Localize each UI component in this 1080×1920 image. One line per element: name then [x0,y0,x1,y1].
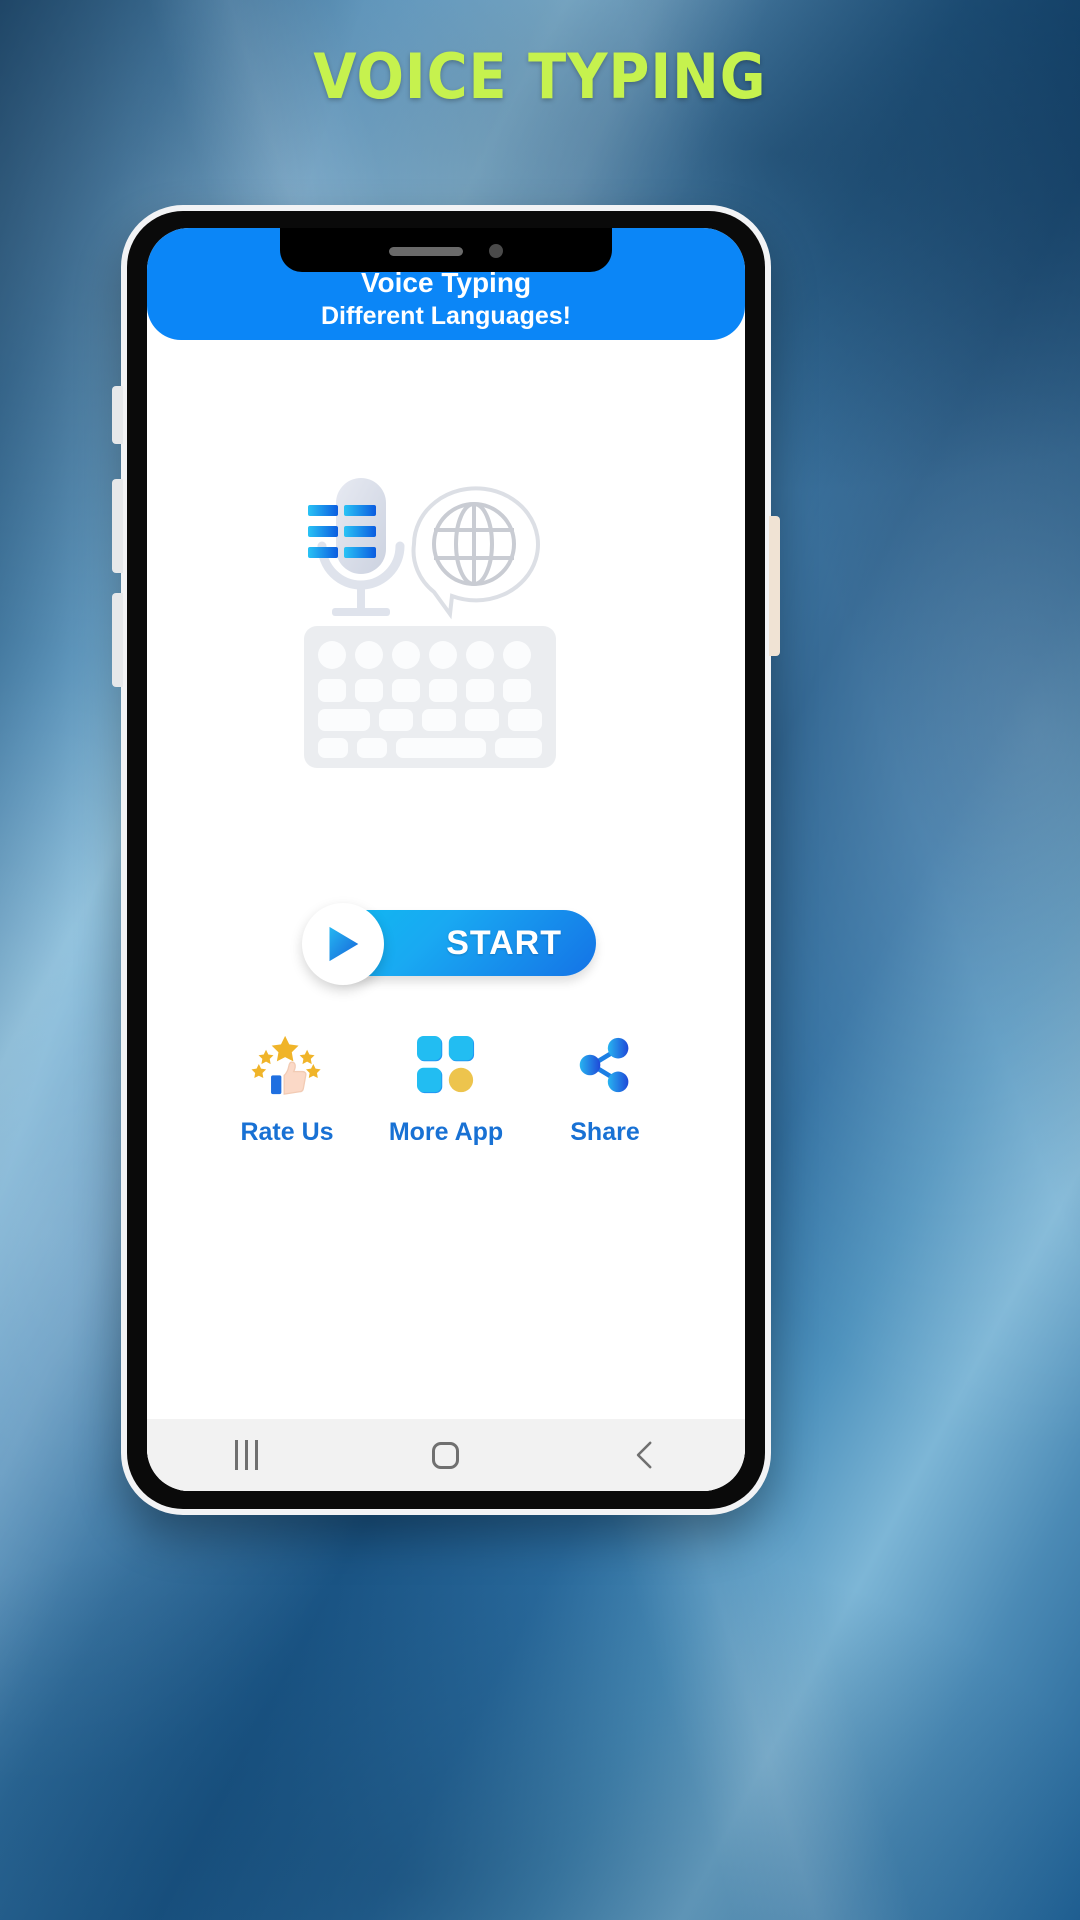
microphone-icon [302,472,420,632]
home-icon [432,1441,460,1469]
phone-button-silent[interactable] [112,386,123,444]
phone-frame: Voice Typing Different Languages! START … [112,211,780,1509]
hero-illustration [296,468,596,768]
play-icon[interactable] [302,903,384,985]
android-navigation-bar [147,1419,745,1491]
earpiece-speaker-icon [389,246,463,256]
keyboard-icon [304,626,556,768]
back-chevron-icon [637,1441,652,1469]
phone-screen: Voice Typing Different Languages! START … [147,228,745,1491]
phone-button-volume-up[interactable] [112,479,123,573]
app-content: START Rate Us More App Share [147,340,745,1491]
phone-mockup: Voice Typing Different Languages! START … [112,205,780,1515]
share-button[interactable]: Share [530,1032,680,1147]
rate-us-label: Rate Us [240,1118,334,1146]
more-app-button[interactable]: More App [371,1032,521,1147]
phone-button-volume-down[interactable] [112,593,123,687]
nav-recents-button[interactable] [187,1419,307,1491]
phone-notch [280,228,612,272]
share-label: Share [570,1118,640,1146]
front-camera-icon [489,244,503,258]
rate-us-button[interactable]: Rate Us [212,1032,362,1147]
poster-canvas: VOICE TYPING Voice Typing Different Lang… [0,0,1080,1920]
action-row: Rate Us More App Share [186,1032,706,1147]
phone-button-power[interactable] [769,516,780,656]
globe-speech-bubble-icon [404,482,554,622]
thumbs-up-stars-icon [249,1032,325,1098]
recents-icon [235,1440,259,1470]
nav-home-button[interactable] [386,1419,506,1491]
start-button-row: START [296,903,596,986]
start-button-label: START [446,923,562,962]
poster-headline: VOICE TYPING [313,40,767,113]
app-subtitle: Different Languages! [320,301,572,330]
grid-squares-icon [417,1032,475,1098]
share-nodes-icon [576,1032,634,1098]
more-app-label: More App [388,1118,504,1146]
nav-back-button[interactable] [585,1419,705,1491]
